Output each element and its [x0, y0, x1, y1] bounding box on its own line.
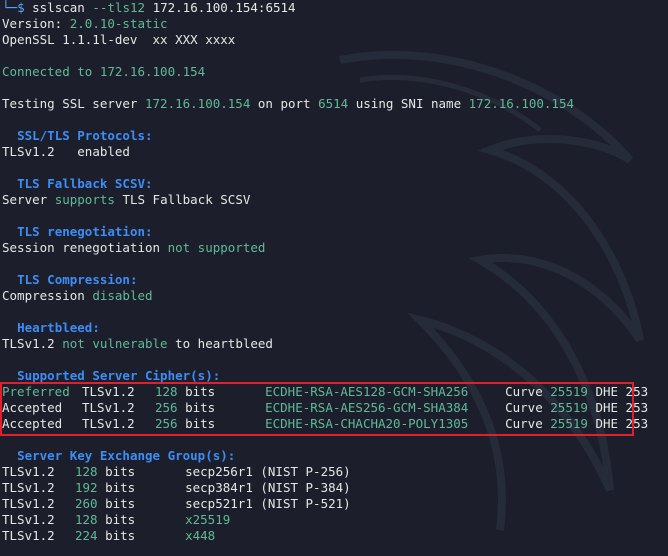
command-target: 172.16.100.154:6514 [152, 0, 296, 15]
key-exchange-row: TLSv1.2 260 bits secp521r1 (NIST P-521) [2, 496, 351, 511]
cipher-row: Accepted TLSv1.2 256 bits ECDHE-RSA-CHACHA2… [2, 416, 649, 431]
prompt-corner: └─ [2, 0, 18, 15]
key-exchange-row: TLSv1.2 192 bits secp384r1 (NIST P-384) [2, 480, 351, 495]
protocols-heading: SSL/TLS Protocols: [17, 128, 153, 143]
compression-status: disabled [92, 288, 153, 303]
server-address: 172.16.100.154 [145, 96, 251, 111]
testing-line: Testing SSL server 172.16.100.154 on por… [2, 96, 574, 111]
command-flag: --tls12 [92, 0, 146, 15]
compression-heading: TLS Compression: [17, 272, 138, 287]
compression-line: Compression disabled [2, 288, 153, 303]
command-name: sslscan [32, 0, 85, 15]
sni-name: 172.16.100.154 [468, 96, 574, 111]
openssl-line: OpenSSL 1.1.1l-dev xx XXX xxxx [2, 32, 236, 47]
prompt-line: └─$ sslscan --tls12 172.16.100.154:6514 [2, 0, 666, 16]
cipher-row: Preferred TLSv1.2 128 bits ECDHE-RSA-AES128… [2, 384, 649, 399]
protocols-line: TLSv1.2 enabled [2, 144, 130, 159]
key-exchange-row: TLSv1.2 128 bits x25519 [2, 512, 231, 527]
key-exchange-row: TLSv1.2 128 bits secp256r1 (NIST P-256) [2, 464, 351, 479]
renegotiation-heading: TLS renegotiation: [17, 224, 153, 239]
heartbleed-status: not vulnerable [62, 336, 168, 351]
terminal-output: └─$ sslscan --tls12 172.16.100.154:6514 … [2, 0, 666, 544]
connected-line: Connected to 172.16.100.154 [2, 64, 206, 79]
key-exchange-heading: Server Key Exchange Group(s): [17, 448, 236, 463]
version-value: 2.0.10-static [69, 16, 168, 31]
fallback-heading: TLS Fallback SCSV: [17, 176, 153, 191]
fallback-line: Server supports TLS Fallback SCSV [2, 192, 251, 207]
version-line: Version: 2.0.10-static [2, 16, 168, 31]
heartbleed-line: TLSv1.2 not vulnerable to heartbleed [2, 336, 273, 351]
heartbleed-heading: Heartbleed: [17, 320, 100, 335]
renegotiation-line: Session renegotiation not supported [2, 240, 266, 255]
prompt-symbol: $ [17, 0, 25, 15]
fallback-status: supports [54, 192, 115, 207]
terminal-window[interactable]: └─$ sslscan --tls12 172.16.100.154:6514 … [0, 0, 668, 556]
protocol-status: enabled [77, 144, 130, 159]
server-port: 6514 [318, 96, 349, 111]
ciphers-heading: Supported Server Cipher(s): [17, 368, 221, 383]
key-exchange-row: TLSv1.2 224 bits x448 [2, 528, 216, 543]
cipher-row: Accepted TLSv1.2 256 bits ECDHE-RSA-AES256-… [2, 400, 649, 415]
renegotiation-status: not supported [167, 240, 266, 255]
